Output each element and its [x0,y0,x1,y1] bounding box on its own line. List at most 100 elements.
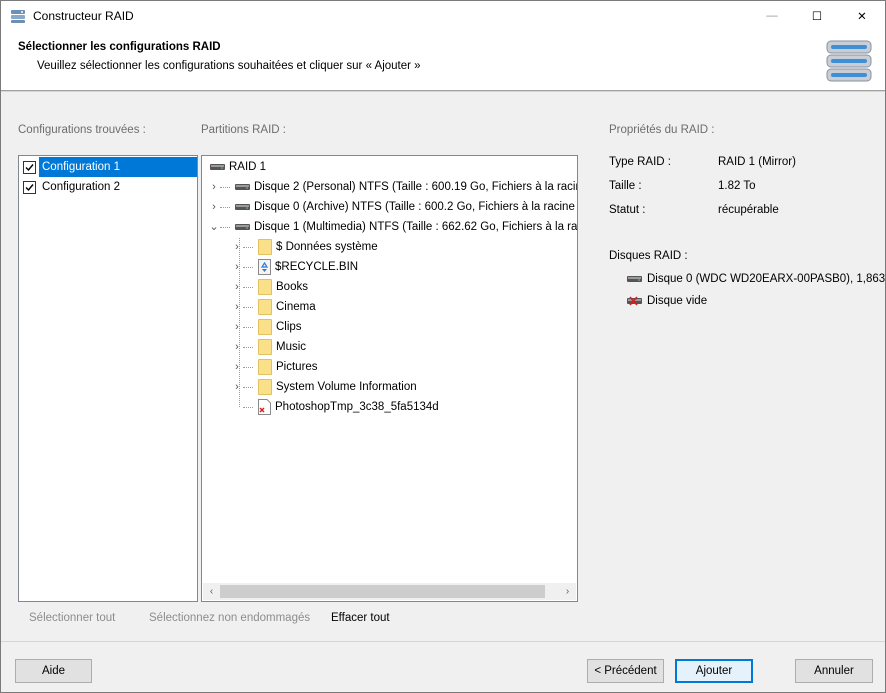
raid-builder-window: Constructeur RAID — ☐ ✕ Sélectionner les… [0,0,886,693]
tree-disk-2[interactable]: › Disque 2 (Personal) NTFS (Taille : 600… [209,177,578,197]
cancel-button[interactable]: Annuler [795,659,873,683]
previous-button[interactable]: < Précédent [587,659,664,683]
chevron-right-icon[interactable]: › [209,197,219,217]
tree-connector [243,346,253,348]
tree-item-label: Books [276,281,308,293]
tree-connector [243,306,253,308]
tree-disk-label: Disque 1 (Multimedia) NTFS (Taille : 662… [254,221,578,233]
tree-folder-cinema[interactable]: › Cinema [232,297,316,317]
chevron-right-icon[interactable]: › [232,317,242,337]
tree-root-label: RAID 1 [229,161,267,173]
tree-folder-system-volume-information[interactable]: › System Volume Information [232,377,417,397]
scroll-left-icon[interactable]: ‹ [203,583,220,600]
tree-folder-clips[interactable]: › Clips [232,317,302,337]
recycle-bin-icon [258,259,271,275]
raid-disk-label: Disque 0 (WDC WD20EARX-00PASB0), 1,863 G [647,273,886,285]
tree-folder-pictures[interactable]: › Pictures [232,357,318,377]
tree-connector [220,226,230,228]
tree-connector [220,186,230,188]
tree-folder-recycle-bin[interactable]: › $RECYCLE.BIN [232,257,358,277]
raid-status-key: Statut : [609,204,646,216]
minimize-button[interactable]: — [749,1,795,31]
raid-app-icon [11,10,25,23]
missing-disk-icon [627,296,642,306]
disk-icon [235,204,250,210]
missing-file-icon [258,399,271,415]
chevron-right-icon[interactable]: › [232,297,242,317]
header-divider [1,90,885,91]
add-button[interactable]: Ajouter [675,659,753,683]
chevron-right-icon[interactable]: › [232,337,242,357]
folder-icon [258,239,272,255]
configuration-1-checkbox[interactable] [23,160,36,174]
scrollbar-thumb[interactable] [220,585,545,598]
tree-connector [243,326,253,328]
disk-icon [235,184,250,190]
chevron-right-icon[interactable]: › [232,277,242,297]
tree-folder-donnees-systeme[interactable]: › $ Données système [232,237,378,257]
raid-status-value: récupérable [718,204,779,216]
configuration-2-label: Configuration 2 [42,181,120,193]
tree-disk-label: Disque 2 (Personal) NTFS (Taille : 600.1… [254,181,578,193]
properties-label: Propriétés du RAID : [609,124,715,136]
tree-connector [243,266,253,268]
title-bar: Constructeur RAID — ☐ ✕ [1,1,885,31]
tree-disk-0[interactable]: › Disque 0 (Archive) NTFS (Taille : 600.… [209,197,578,217]
folder-icon [258,339,272,355]
select-undamaged-link[interactable]: Sélectionnez non endommagés [149,612,310,624]
folder-icon [258,379,272,395]
partitions-tree[interactable]: RAID 1 › Disque 2 (Personal) NTFS (Taill… [201,155,578,602]
tree-connector [243,386,253,388]
disk-icon [210,164,225,170]
configuration-2-checkbox[interactable] [23,180,36,194]
help-button[interactable]: Aide [15,659,92,683]
raid-stack-icon [826,40,872,82]
tree-item-label: Cinema [276,301,316,313]
configurations-list[interactable]: Configuration 1 Configuration 2 [18,155,198,602]
wizard-header: Sélectionner les configurations RAID Veu… [1,31,885,92]
folder-icon [258,279,272,295]
tree-connector [243,286,253,288]
close-button[interactable]: ✕ [839,1,885,31]
tree-root-raid1[interactable]: RAID 1 [206,157,266,177]
tree-folder-music[interactable]: › Music [232,337,306,357]
clear-all-link[interactable]: Effacer tout [331,612,390,624]
tree-item-label: Pictures [276,361,318,373]
chevron-right-icon[interactable]: › [232,237,242,257]
raid-size-value: 1.82 To [718,180,756,192]
maximize-button[interactable]: ☐ [794,1,840,31]
tree-item-label: $ Données système [276,241,378,253]
chevron-right-icon[interactable]: › [209,177,219,197]
tree-item-label: PhotoshopTmp_3c38_5fa5134d [275,401,439,413]
horizontal-scrollbar[interactable]: ‹ › [203,583,576,600]
partitions-label: Partitions RAID : [201,124,286,136]
folder-icon [258,299,272,315]
chevron-right-icon[interactable]: › [232,257,242,277]
scroll-right-icon[interactable]: › [559,583,576,600]
disk-icon [627,276,642,282]
tree-item-label: Music [276,341,307,353]
tree-connector [243,406,253,408]
checkmark-icon [25,163,34,171]
chevron-down-icon[interactable]: ⌄ [209,217,219,237]
tree-file-photoshoptmp[interactable]: PhotoshopTmp_3c38_5fa5134d [232,397,439,417]
raid-disk-empty-label: Disque vide [647,295,708,307]
tree-disk-label: Disque 0 (Archive) NTFS (Taille : 600.2 … [254,201,578,213]
window-title: Constructeur RAID [33,9,134,23]
raid-disk-item: Disque 0 (WDC WD20EARX-00PASB0), 1,863 G [627,273,886,285]
list-item-configuration-1[interactable]: Configuration 1 [20,157,197,177]
configurations-label: Configurations trouvées : [18,124,146,136]
raid-size-key: Taille : [609,180,642,192]
list-item-configuration-2[interactable]: Configuration 2 [20,177,197,197]
tree-item-label: Clips [276,321,302,333]
chevron-right-icon[interactable]: › [232,357,242,377]
configuration-1-label: Configuration 1 [39,157,197,177]
chevron-right-icon[interactable]: › [232,377,242,397]
page-subtitle: Veuillez sélectionner les configurations… [37,60,421,72]
tree-folder-books[interactable]: › Books [232,277,308,297]
folder-icon [258,319,272,335]
tree-disk-1[interactable]: ⌄ Disque 1 (Multimedia) NTFS (Taille : 6… [209,217,578,237]
disk-icon [235,224,250,230]
select-all-link[interactable]: Sélectionner tout [29,612,115,624]
